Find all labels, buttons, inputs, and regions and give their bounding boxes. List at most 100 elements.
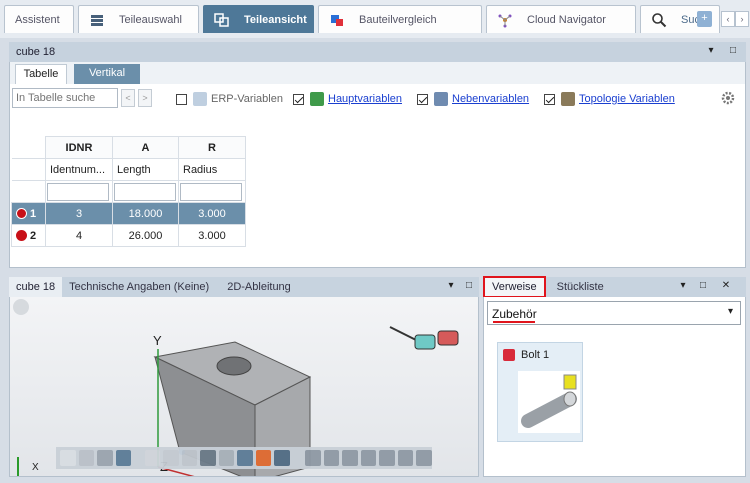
3d-glasses-icon[interactable] bbox=[389, 326, 459, 350]
render-icon[interactable] bbox=[237, 450, 253, 466]
reference-item-card[interactable]: Bolt 1 bbox=[497, 342, 583, 442]
tab-label: Teileauswahl bbox=[119, 13, 182, 26]
panel-close-button[interactable]: ✕ bbox=[720, 280, 732, 291]
filter-link[interactable]: Topologie Variablen bbox=[579, 93, 675, 105]
table-row[interactable]: 2 4 26.000 3.000 bbox=[11, 224, 246, 247]
tab-bauteilvergleich[interactable]: Bauteilvergleich bbox=[318, 5, 482, 33]
topologie-checkbox[interactable] bbox=[544, 93, 555, 105]
column-filter-input[interactable] bbox=[180, 182, 242, 201]
column-header[interactable]: IDNR bbox=[45, 136, 113, 159]
view-top-icon[interactable] bbox=[379, 450, 395, 466]
cylinder-icon[interactable] bbox=[60, 450, 76, 466]
zoom-icon[interactable] bbox=[144, 450, 161, 466]
compare-icon bbox=[329, 12, 345, 28]
table-cell[interactable]: 3 bbox=[45, 202, 113, 225]
view-iso-icon[interactable] bbox=[416, 450, 432, 466]
table-green-icon bbox=[310, 92, 324, 106]
nebenvariablen-checkbox[interactable] bbox=[417, 93, 428, 105]
panel-maximize-button[interactable]: □ bbox=[463, 280, 475, 291]
database-icon bbox=[193, 92, 207, 106]
panel-menu-button[interactable]: ▾ bbox=[705, 45, 717, 56]
tab-tabelle[interactable]: Tabelle bbox=[15, 64, 67, 84]
books-icon bbox=[89, 12, 105, 28]
status-dot-icon bbox=[16, 229, 27, 241]
red-underline bbox=[493, 321, 535, 323]
status-dot-icon bbox=[16, 207, 27, 219]
table-row[interactable]: 1 3 18.000 3.000 bbox=[11, 202, 246, 225]
view-back-icon[interactable] bbox=[323, 450, 340, 466]
view-right-icon[interactable] bbox=[360, 450, 377, 466]
cube-view-icon[interactable] bbox=[163, 450, 179, 466]
table-cell[interactable]: 4 bbox=[45, 224, 113, 247]
references-panel: Verweise Stückliste ▾ □ ✕ Zubehör ▾ Bolt… bbox=[483, 275, 746, 477]
tab-vertikal[interactable]: Vertikal bbox=[74, 64, 140, 84]
chevron-down-icon[interactable]: ▾ bbox=[728, 306, 733, 317]
tab-assistent[interactable]: Assistent bbox=[4, 5, 74, 33]
references-dropdown[interactable]: Zubehör ▾ bbox=[487, 301, 741, 325]
column-description: Identnum... bbox=[45, 158, 113, 181]
cylinder-active-icon[interactable] bbox=[115, 450, 131, 466]
tab-2d-ableitung[interactable]: 2D-Ableitung bbox=[220, 277, 298, 297]
cylinder-shaded-icon[interactable] bbox=[78, 450, 94, 466]
3d-viewport[interactable]: Y Z X bbox=[9, 297, 479, 477]
column-description: Radius bbox=[178, 158, 246, 181]
tab-teileansicht[interactable]: Teileansicht bbox=[203, 5, 314, 33]
topology-icon bbox=[561, 92, 575, 106]
column-filter-input[interactable] bbox=[114, 182, 176, 201]
table-cell[interactable]: 3.000 bbox=[178, 202, 246, 225]
settings-gear-icon[interactable] bbox=[720, 90, 736, 109]
section-icon[interactable] bbox=[181, 450, 198, 466]
tab-cloud-navigator[interactable]: Cloud Navigator bbox=[486, 5, 636, 33]
column-header[interactable]: A bbox=[112, 136, 179, 159]
column-filter-input[interactable] bbox=[47, 182, 109, 201]
explode-icon[interactable] bbox=[255, 450, 272, 466]
table-cell[interactable]: 26.000 bbox=[112, 224, 179, 247]
main-tab-bar: Assistent Teileauswahl Teileansicht Baut… bbox=[0, 0, 750, 38]
tab-cube-18[interactable]: cube 18 bbox=[9, 277, 63, 297]
panel-maximize-button[interactable]: □ bbox=[697, 280, 709, 291]
tab-scroll-right-button[interactable]: › bbox=[735, 11, 749, 27]
row-number: 1 bbox=[30, 207, 37, 220]
view-front-icon[interactable] bbox=[305, 450, 321, 466]
hauptvariablen-checkbox[interactable] bbox=[293, 93, 304, 105]
table-search-input[interactable] bbox=[12, 88, 118, 108]
table-panel-title: cube 18 bbox=[16, 46, 56, 58]
references-content: Zubehör ▾ Bolt 1 bbox=[483, 297, 746, 477]
column-description: Length bbox=[112, 158, 179, 181]
erp-checkbox[interactable] bbox=[176, 93, 187, 105]
column-header[interactable]: R bbox=[178, 136, 246, 159]
table-cell[interactable]: 3.000 bbox=[178, 224, 246, 247]
filter-link[interactable]: Nebenvariablen bbox=[452, 93, 529, 105]
add-tab-button[interactable]: + bbox=[697, 11, 712, 27]
tab-stueckliste[interactable]: Stückliste bbox=[550, 277, 611, 297]
panel-menu-button[interactable]: ▾ bbox=[677, 280, 689, 291]
item-thumbnail bbox=[518, 371, 580, 433]
panel-menu-button[interactable]: ▾ bbox=[445, 280, 457, 291]
table-cell[interactable]: 18.000 bbox=[112, 202, 179, 225]
filter-link[interactable]: Hauptvariablen bbox=[328, 93, 402, 105]
axis-label-y: Y bbox=[153, 333, 162, 348]
color-icon[interactable] bbox=[274, 450, 290, 466]
view-left-icon[interactable] bbox=[342, 450, 358, 466]
topologie-filter[interactable]: Topologie Variablen bbox=[544, 92, 675, 106]
triad-x-label: X bbox=[32, 462, 39, 473]
cylinder-solid-icon[interactable] bbox=[97, 450, 113, 466]
viewer-panel: cube 18 Technische Angaben (Keine) 2D-Ab… bbox=[9, 277, 479, 477]
erp-variablen-filter[interactable]: ERP-Variablen bbox=[176, 92, 283, 106]
viewer-panel-header: cube 18 Technische Angaben (Keine) 2D-Ab… bbox=[9, 277, 479, 297]
layer-icon[interactable] bbox=[218, 450, 235, 466]
search-prev-button[interactable]: < bbox=[121, 89, 135, 107]
search-icon bbox=[651, 12, 667, 28]
table-blue-icon bbox=[434, 92, 448, 106]
view-bottom-icon[interactable] bbox=[397, 450, 414, 466]
tab-verweise[interactable]: Verweise bbox=[483, 275, 546, 298]
measure-icon[interactable] bbox=[200, 450, 216, 466]
view-tab-bar: Tabelle Vertikal bbox=[10, 62, 745, 84]
panel-maximize-button[interactable]: □ bbox=[727, 45, 739, 56]
tab-teileauswahl[interactable]: Teileauswahl bbox=[78, 5, 199, 33]
tab-technische-angaben[interactable]: Technische Angaben (Keine) bbox=[62, 277, 216, 297]
hauptvariablen-filter[interactable]: Hauptvariablen bbox=[293, 92, 402, 106]
search-next-button[interactable]: > bbox=[138, 89, 152, 107]
tab-scroll-left-button[interactable]: ‹ bbox=[721, 11, 735, 27]
nebenvariablen-filter[interactable]: Nebenvariablen bbox=[417, 92, 529, 106]
